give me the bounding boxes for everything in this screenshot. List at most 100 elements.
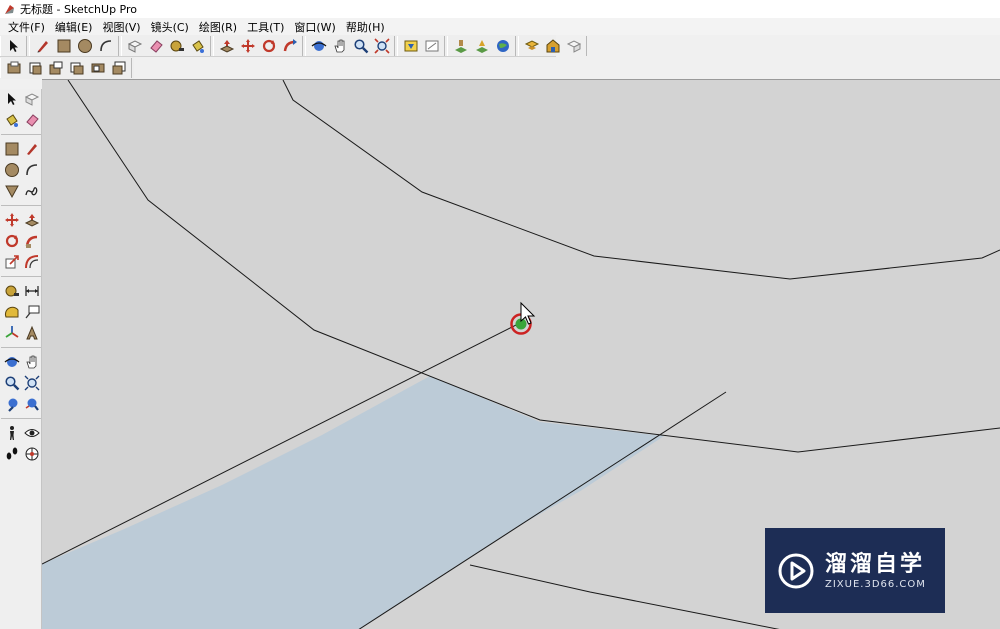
menu-edit[interactable]: 编辑(E) bbox=[51, 19, 97, 35]
arrow-cursor-icon bbox=[7, 93, 16, 105]
lt-rotate-button[interactable] bbox=[2, 231, 22, 251]
tape-measure-button[interactable] bbox=[167, 36, 187, 56]
layer-button-6[interactable] bbox=[109, 58, 129, 78]
follow-me-icon bbox=[25, 235, 37, 248]
rectangle-tool-button[interactable] bbox=[54, 36, 74, 56]
lt-follow-me-button[interactable] bbox=[22, 231, 42, 251]
lt-look-around-button[interactable] bbox=[22, 423, 42, 443]
lt-rectangle-button[interactable] bbox=[2, 139, 22, 159]
lt-scale-button[interactable] bbox=[2, 252, 22, 272]
layer-button-4[interactable] bbox=[67, 58, 87, 78]
extension-settings-button[interactable] bbox=[564, 36, 584, 56]
hand-icon bbox=[333, 39, 344, 52]
lt-section-plane-button[interactable] bbox=[22, 444, 42, 464]
components-button[interactable] bbox=[522, 36, 542, 56]
location-icon bbox=[454, 39, 467, 53]
edit-group bbox=[121, 35, 211, 56]
lt-select-button[interactable] bbox=[2, 89, 22, 109]
zoom-extents-icon bbox=[373, 37, 390, 54]
pencil-tool-button[interactable] bbox=[33, 36, 53, 56]
lt-line-button[interactable] bbox=[22, 139, 42, 159]
terrain-pin-icon bbox=[475, 39, 488, 53]
hand-icon bbox=[25, 355, 36, 369]
person-icon bbox=[9, 426, 14, 440]
lt-tape-measure-button[interactable] bbox=[2, 281, 22, 301]
zoom-tool-button[interactable] bbox=[351, 36, 371, 56]
eraser-tool-button[interactable] bbox=[146, 36, 166, 56]
lt-axes-button[interactable] bbox=[2, 323, 22, 343]
lt-eraser-button[interactable] bbox=[22, 110, 42, 130]
menu-file[interactable]: 文件(F) bbox=[4, 19, 49, 35]
push-pull-icon bbox=[24, 214, 39, 227]
paint-bucket-button[interactable] bbox=[188, 36, 208, 56]
menu-draw[interactable]: 绘图(R) bbox=[195, 19, 241, 35]
paint-bucket-icon bbox=[5, 114, 18, 127]
components-icon bbox=[524, 39, 539, 50]
get-models-button[interactable] bbox=[401, 36, 421, 56]
previous-view-icon bbox=[7, 398, 17, 412]
layer-button-5[interactable] bbox=[88, 58, 108, 78]
lt-paint-bucket-button[interactable] bbox=[2, 110, 22, 130]
menu-view[interactable]: 视图(V) bbox=[98, 19, 144, 35]
layer-button-2[interactable] bbox=[25, 58, 45, 78]
eye-icon bbox=[23, 429, 40, 437]
zoom-extents-button[interactable] bbox=[372, 36, 392, 56]
pan-tool-button[interactable] bbox=[330, 36, 350, 56]
make-component-button[interactable] bbox=[125, 36, 145, 56]
large-tool-set bbox=[0, 89, 42, 629]
follow-me-icon bbox=[283, 38, 297, 51]
lt-arc-button[interactable] bbox=[22, 160, 42, 180]
menu-help[interactable]: 帮助(H) bbox=[342, 19, 389, 35]
lt-circle-button[interactable] bbox=[2, 160, 22, 180]
lt-protractor-button[interactable] bbox=[2, 302, 22, 322]
menu-tools[interactable]: 工具(T) bbox=[243, 19, 288, 35]
separator bbox=[1, 415, 41, 419]
lt-move-button[interactable] bbox=[2, 210, 22, 230]
selected-face[interactable] bbox=[42, 376, 664, 629]
warehouse-button[interactable] bbox=[543, 36, 563, 56]
lt-offset-button[interactable] bbox=[22, 252, 42, 272]
lt-pan-button[interactable] bbox=[22, 352, 42, 372]
move-tool-button[interactable] bbox=[238, 36, 258, 56]
lt-zoom-extents-button[interactable] bbox=[22, 394, 42, 414]
separator bbox=[1, 273, 41, 277]
lt-make-component-button[interactable] bbox=[22, 89, 42, 109]
circle-tool-button[interactable] bbox=[75, 36, 95, 56]
menu-window[interactable]: 窗口(W) bbox=[290, 19, 339, 35]
lt-3d-text-button[interactable] bbox=[22, 323, 42, 343]
lt-zoom-button[interactable] bbox=[2, 373, 22, 393]
rotate-icon bbox=[5, 234, 18, 248]
layer-button-1[interactable] bbox=[4, 58, 24, 78]
follow-me-button[interactable] bbox=[280, 36, 300, 56]
play-logo-icon bbox=[778, 553, 814, 588]
share-model-icon bbox=[425, 40, 438, 51]
add-location-button[interactable] bbox=[451, 36, 471, 56]
lt-polygon-button[interactable] bbox=[2, 181, 22, 201]
eraser-icon bbox=[149, 39, 163, 53]
push-pull-button[interactable] bbox=[217, 36, 237, 56]
location-group bbox=[447, 35, 516, 56]
toggle-terrain-button[interactable] bbox=[472, 36, 492, 56]
share-model-button[interactable] bbox=[422, 36, 442, 56]
rotate-tool-button[interactable] bbox=[259, 36, 279, 56]
lt-walk-button[interactable] bbox=[2, 444, 22, 464]
lt-previous-view-button[interactable] bbox=[2, 394, 22, 414]
camera-group bbox=[305, 35, 395, 56]
layers-group bbox=[0, 58, 132, 78]
select-tool-button[interactable] bbox=[4, 36, 24, 56]
lt-orbit-button[interactable] bbox=[2, 352, 22, 372]
layer-button-3[interactable] bbox=[46, 58, 66, 78]
menu-camera[interactable]: 镜头(C) bbox=[147, 19, 193, 35]
lt-freehand-button[interactable] bbox=[22, 181, 42, 201]
arc-tool-button[interactable] bbox=[96, 36, 116, 56]
lt-zoom-window-button[interactable] bbox=[22, 373, 42, 393]
polygon-icon bbox=[4, 185, 19, 199]
orbit-tool-button[interactable] bbox=[309, 36, 329, 56]
lt-dimension-button[interactable] bbox=[22, 281, 42, 301]
rectangle-icon bbox=[5, 142, 18, 156]
lt-position-camera-button[interactable] bbox=[2, 423, 22, 443]
lt-text-button[interactable] bbox=[22, 302, 42, 322]
lt-push-pull-button[interactable] bbox=[22, 210, 42, 230]
google-earth-button[interactable] bbox=[493, 36, 513, 56]
section-plane-icon bbox=[25, 447, 38, 461]
